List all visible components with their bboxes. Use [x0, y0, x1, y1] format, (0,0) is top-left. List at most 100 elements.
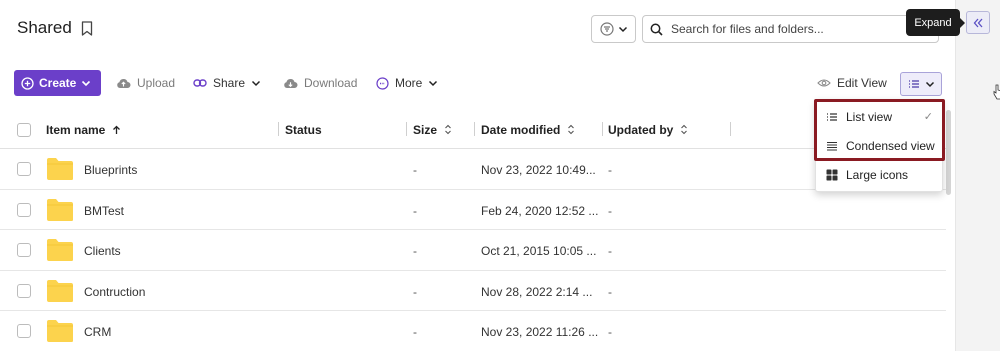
expand-tooltip: Expand: [906, 9, 965, 36]
item-updated-by: -: [608, 325, 612, 339]
more-button[interactable]: More: [376, 70, 438, 96]
folder-icon: [47, 239, 73, 261]
column-item-name[interactable]: Item name: [46, 110, 121, 149]
search-field[interactable]: [642, 15, 939, 43]
table-row[interactable]: Contruction - Nov 28, 2022 2:14 ... -: [0, 271, 946, 311]
menu-item-list-view[interactable]: List view ✓: [816, 102, 944, 131]
side-panel-collapsed: [955, 0, 1000, 351]
condensed-icon: [827, 141, 837, 151]
vertical-scrollbar[interactable]: [946, 110, 951, 195]
column-divider[interactable]: [474, 122, 475, 136]
list-icon: [827, 112, 837, 121]
chevron-down-icon: [252, 80, 261, 87]
cloud-download-icon: [284, 79, 298, 88]
item-date-modified: Oct 21, 2015 10:05 ...: [481, 244, 597, 258]
menu-item-label: Condensed view: [846, 138, 935, 153]
item-size: -: [413, 244, 417, 258]
column-status[interactable]: Status: [285, 110, 322, 149]
create-label: Create: [39, 76, 77, 90]
view-mode-dropdown-button[interactable]: [900, 72, 942, 96]
search-icon: [650, 23, 663, 36]
column-divider[interactable]: [278, 122, 279, 136]
edit-view-label: Edit View: [837, 76, 887, 90]
column-size[interactable]: Size: [413, 110, 452, 149]
file-table: Item name Status Size Date modified Upda…: [0, 110, 946, 351]
chevron-down-icon: [618, 26, 627, 33]
item-name[interactable]: Blueprints: [84, 163, 137, 177]
row-checkbox[interactable]: [17, 283, 31, 298]
item-date-modified: Nov 28, 2022 2:14 ...: [481, 284, 593, 299]
download-button[interactable]: Download: [283, 70, 357, 96]
edit-view-button[interactable]: Edit View: [817, 70, 887, 96]
bookmark-icon[interactable]: [81, 21, 93, 36]
upload-button[interactable]: Upload: [116, 70, 175, 96]
create-button[interactable]: Create: [14, 70, 101, 96]
row-checkbox[interactable]: [17, 243, 31, 257]
plus-circle-icon: [21, 76, 34, 90]
table-row[interactable]: Blueprints - Nov 23, 2022 10:49... -: [0, 149, 946, 190]
column-divider[interactable]: [602, 122, 603, 136]
item-date-modified: Nov 23, 2022 10:49...: [481, 163, 596, 177]
row-checkbox[interactable]: [17, 162, 31, 176]
menu-item-condensed-view[interactable]: Condensed view: [816, 131, 944, 160]
menu-item-large-icons[interactable]: Large icons: [816, 160, 944, 189]
link-icon: [193, 79, 207, 87]
column-divider[interactable]: [730, 122, 731, 136]
share-button[interactable]: Share: [193, 70, 261, 96]
item-size: -: [413, 163, 417, 177]
item-date-modified: Feb 24, 2020 12:52 ...: [481, 203, 599, 218]
search-input[interactable]: [671, 22, 911, 36]
menu-item-label: List view: [846, 109, 893, 124]
double-chevron-left-icon: [973, 18, 983, 27]
eye-icon: [817, 79, 831, 87]
item-size: -: [413, 325, 417, 339]
table-row[interactable]: Clients - Oct 21, 2015 10:05 ... -: [0, 230, 946, 271]
hand-cursor-icon: [993, 84, 1000, 100]
table-header: Item name Status Size Date modified Upda…: [0, 110, 946, 149]
table-row[interactable]: BMTest - Feb 24, 2020 12:52 ... -: [0, 190, 946, 230]
cloud-upload-icon: [117, 79, 131, 88]
folder-icon: [47, 158, 73, 180]
download-label: Download: [304, 76, 358, 90]
column-label: Updated by: [608, 122, 674, 137]
expand-button[interactable]: [966, 11, 990, 34]
filter-dropdown-button[interactable]: [591, 15, 636, 43]
item-updated-by: -: [608, 163, 612, 177]
item-name[interactable]: Contruction: [84, 285, 145, 299]
item-name[interactable]: CRM: [84, 325, 111, 339]
sort-icon: [568, 124, 575, 135]
sort-icon: [445, 124, 451, 135]
more-circle-icon: [376, 76, 389, 90]
column-label: Status: [285, 122, 322, 137]
more-label: More: [395, 76, 423, 90]
folder-icon: [47, 320, 73, 342]
toolbar: Create Upload Share Download More Edit V…: [0, 70, 955, 96]
menu-item-label: Large icons: [846, 167, 909, 182]
row-checkbox[interactable]: [17, 324, 31, 338]
item-name[interactable]: Clients: [84, 244, 121, 258]
chevron-down-icon: [429, 80, 438, 87]
column-divider[interactable]: [406, 122, 407, 136]
item-updated-by: -: [608, 203, 612, 218]
column-updated-by[interactable]: Updated by: [608, 110, 688, 149]
column-label: Size: [413, 122, 438, 137]
select-all-checkbox[interactable]: [17, 122, 31, 137]
folder-icon: [47, 198, 73, 221]
share-label: Share: [213, 76, 246, 90]
item-name[interactable]: BMTest: [84, 204, 124, 218]
check-icon: ✓: [923, 111, 933, 123]
chevron-down-icon: [925, 81, 934, 88]
item-updated-by: -: [608, 244, 612, 258]
grid-icon: [826, 169, 838, 180]
table-row[interactable]: CRM - Nov 23, 2022 11:26 ... -: [0, 311, 946, 351]
item-updated-by: -: [608, 284, 612, 299]
list-icon: [908, 80, 919, 88]
column-date-modified[interactable]: Date modified: [481, 110, 575, 149]
folder-icon: [47, 279, 73, 302]
row-checkbox[interactable]: [17, 202, 31, 217]
sort-ascending-icon: [113, 125, 121, 134]
item-date-modified: Nov 23, 2022 11:26 ...: [481, 325, 599, 339]
column-label: Item name: [46, 122, 106, 137]
upload-label: Upload: [137, 76, 176, 90]
item-size: -: [413, 203, 417, 218]
